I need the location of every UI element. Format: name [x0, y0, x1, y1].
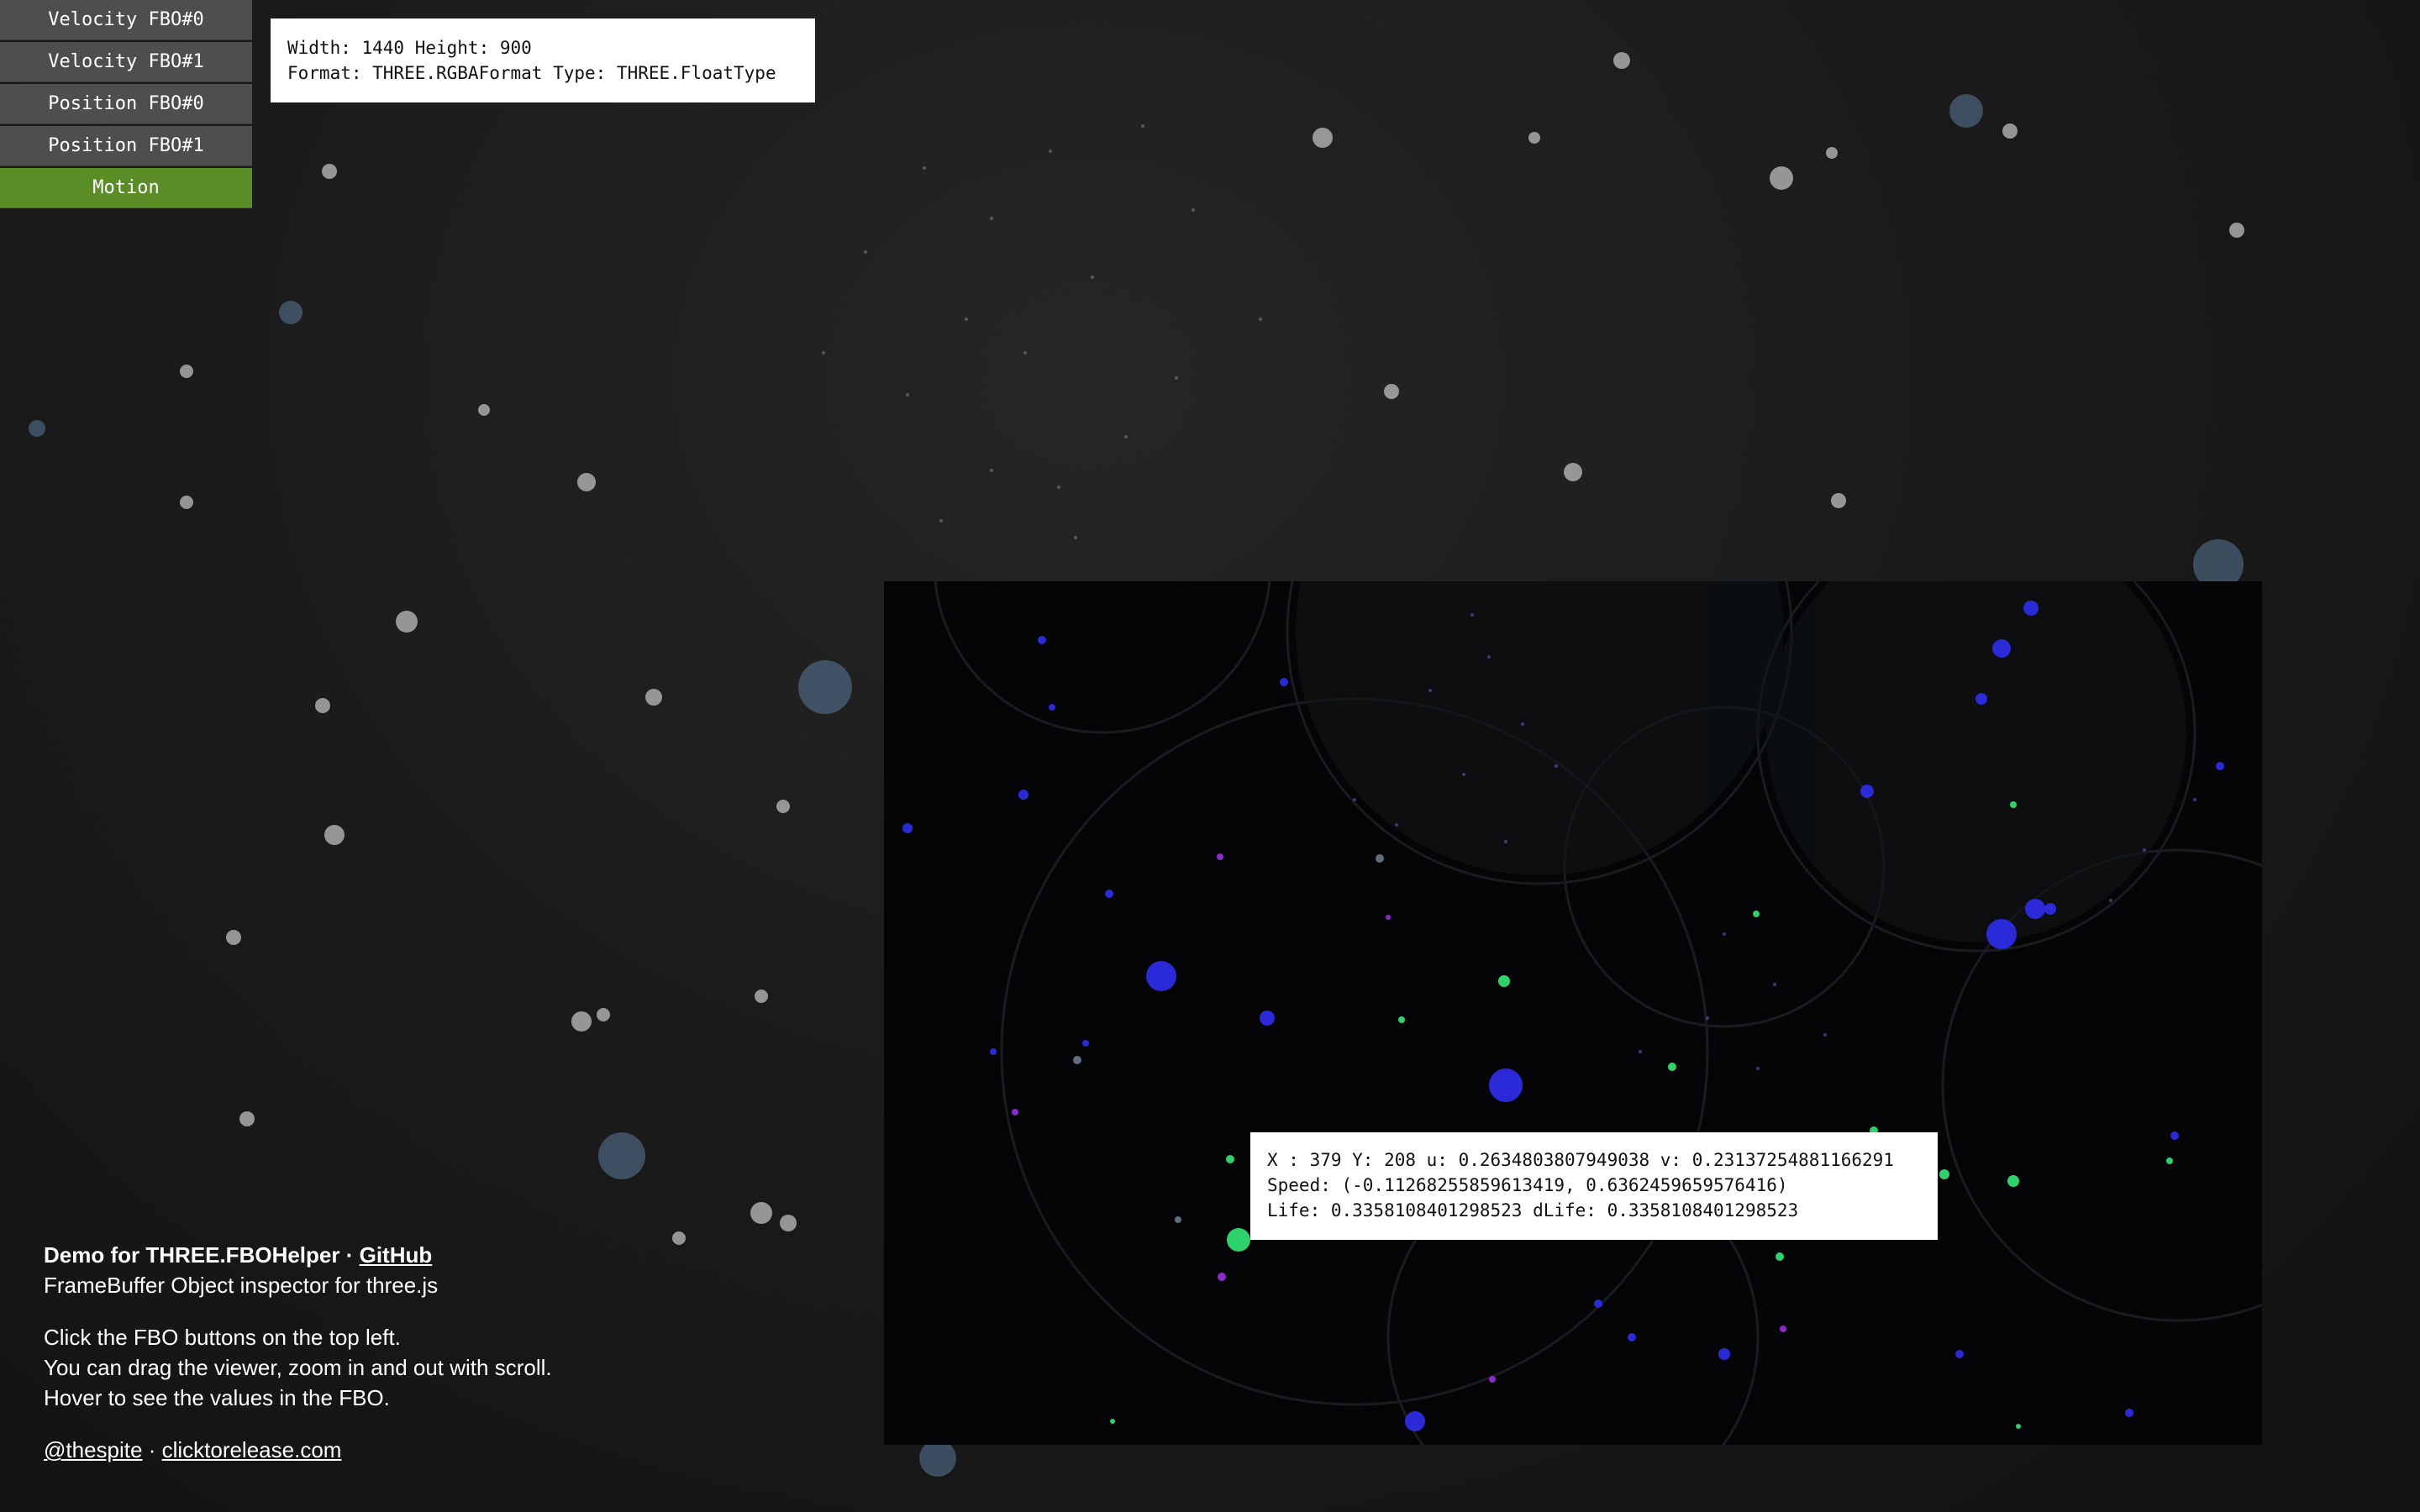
instruction-line: Hover to see the values in the FBO.	[44, 1385, 390, 1410]
motion-button[interactable]: Motion	[0, 168, 252, 208]
instruction-line: Click the FBO buttons on the top left.	[44, 1325, 401, 1350]
fbo-dimensions-text: Width: 1440 Height: 900	[287, 38, 532, 58]
demo-description: Demo for THREE.FBOHelper · GitHub FrameB…	[44, 1240, 682, 1465]
position-fbo0-button[interactable]: Position FBO#0	[0, 84, 252, 124]
fbo-format-text: Format: THREE.RGBAFormat Type: THREE.Flo…	[287, 63, 776, 83]
velocity-fbo1-button[interactable]: Velocity FBO#1	[0, 42, 252, 82]
demo-title: Demo for THREE.FBOHelper	[44, 1242, 340, 1268]
fbo-texture-view	[902, 581, 2262, 1445]
author-link[interactable]: @thespite	[44, 1437, 142, 1462]
fbo-value-tooltip: X : 379 Y: 208 u: 0.2634803807949038 v: …	[1250, 1132, 1938, 1240]
tooltip-coordinates: X : 379 Y: 208 u: 0.2634803807949038 v: …	[1267, 1150, 1894, 1170]
title-separator: ·	[339, 1242, 360, 1268]
tooltip-speed: Speed: (-0.11268255859613419, 0.63624596…	[1267, 1175, 1788, 1195]
fbo-button-list: Velocity FBO#0 Velocity FBO#1 Position F…	[0, 0, 252, 210]
position-fbo1-button[interactable]: Position FBO#1	[0, 126, 252, 166]
github-link[interactable]: GitHub	[360, 1242, 433, 1268]
site-link[interactable]: clicktorelease.com	[162, 1437, 342, 1462]
velocity-fbo0-button[interactable]: Velocity FBO#0	[0, 0, 252, 40]
link-separator: ·	[142, 1437, 162, 1462]
tooltip-life: Life: 0.3358108401298523 dLife: 0.335810…	[1267, 1200, 1799, 1221]
fbo-viewer[interactable]	[884, 581, 2262, 1445]
demo-subtitle: FrameBuffer Object inspector for three.j…	[44, 1273, 439, 1298]
instruction-line: You can drag the viewer, zoom in and out…	[44, 1355, 552, 1380]
fbo-info-panel: Width: 1440 Height: 900 Format: THREE.RG…	[271, 18, 815, 102]
